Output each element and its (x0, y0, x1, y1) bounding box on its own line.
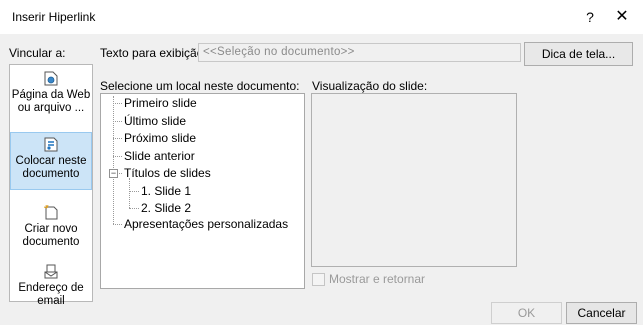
link-email-address[interactable]: Endereço de email (11, 264, 91, 308)
link-place-in-document[interactable]: Colocar neste documento (10, 132, 92, 190)
tree-connector (113, 121, 122, 122)
tree-connector (129, 178, 130, 208)
title-bar: Inserir Hiperlink ? ✕ (0, 0, 643, 34)
tree-item-last-slide[interactable]: Último slide (124, 114, 186, 128)
link-place-in-document-label: Colocar neste documento (15, 155, 87, 180)
tree-item-slide-1[interactable]: 1. Slide 1 (141, 184, 191, 198)
link-email-address-label: Endereço de email (18, 282, 84, 307)
tree-connector (113, 224, 122, 225)
tree-item-slide-2[interactable]: 2. Slide 2 (141, 201, 191, 215)
place-in-document-icon (44, 137, 58, 152)
display-text-label: Texto para exibição: (100, 46, 207, 60)
tree-connector (113, 96, 114, 224)
close-button[interactable]: ✕ (612, 7, 632, 27)
tree-item-custom-shows[interactable]: Apresentações personalizadas (124, 217, 288, 231)
link-to-bar: Página da Web ou arquivo ... Colocar nes… (9, 64, 93, 307)
tree-connector (129, 208, 139, 209)
slide-preview-label: Visualização do slide: (312, 79, 428, 93)
show-and-return-checkbox[interactable] (312, 273, 325, 286)
ok-button[interactable]: OK (491, 302, 562, 324)
link-to-label: Vincular a: (9, 46, 66, 60)
tree-item-previous-slide[interactable]: Slide anterior (124, 149, 195, 163)
cancel-button[interactable]: Cancelar (566, 302, 637, 324)
tree-connector (113, 156, 122, 157)
select-place-label: Selecione um local neste documento: (100, 79, 300, 93)
document-place-tree: − Primeiro slide Último slide Próximo sl… (100, 93, 305, 289)
insert-hyperlink-dialog: Inserir Hiperlink ? ✕ Vincular a: Texto … (0, 0, 643, 325)
new-document-icon (43, 204, 58, 220)
dialog-title: Inserir Hiperlink (12, 10, 96, 24)
tree-item-next-slide[interactable]: Próximo slide (124, 131, 196, 145)
web-page-icon (44, 71, 58, 86)
show-and-return-label: Mostrar e retornar (329, 272, 426, 286)
link-web-page-label: Página da Web ou arquivo ... (11, 89, 91, 114)
link-create-new-document[interactable]: Criar novo documento (11, 204, 91, 249)
tree-connector (129, 191, 139, 192)
slide-preview-pane (311, 93, 517, 267)
link-web-page-or-file[interactable]: Página da Web ou arquivo ... (11, 71, 91, 115)
email-icon (44, 264, 58, 279)
tree-item-slide-titles[interactable]: Títulos de slides (124, 166, 211, 180)
screen-tip-button[interactable]: Dica de tela... (524, 42, 633, 66)
help-button[interactable]: ? (580, 7, 600, 27)
collapse-icon[interactable]: − (109, 169, 118, 178)
tree-connector (113, 103, 122, 104)
display-text-input[interactable]: <<Seleção no documento>> (198, 43, 521, 62)
link-create-new-document-label: Criar novo documento (22, 223, 80, 248)
tree-connector (113, 138, 122, 139)
tree-item-first-slide[interactable]: Primeiro slide (124, 96, 197, 110)
